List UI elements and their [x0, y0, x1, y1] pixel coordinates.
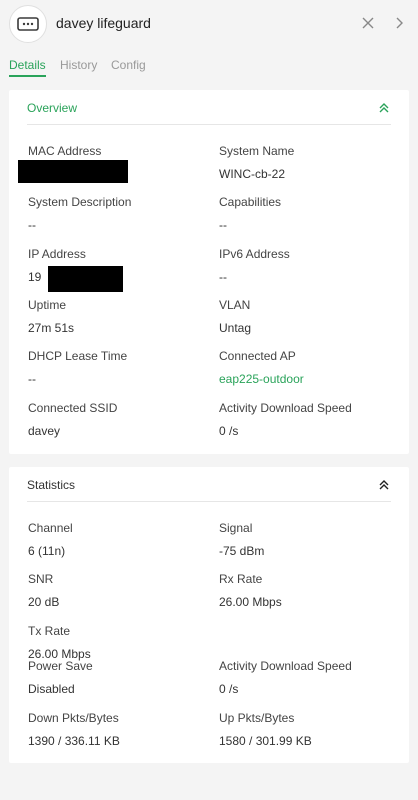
- stats-activity-download-speed-field: Activity Download Speed 0 /s: [219, 659, 399, 696]
- system-description-label: System Description: [28, 195, 132, 209]
- power-save-field: Power Save Disabled: [28, 659, 208, 696]
- rx-rate-label: Rx Rate: [219, 572, 263, 586]
- overview-collapse-button[interactable]: [377, 101, 391, 115]
- redaction-block: [18, 160, 128, 183]
- connected-ap-link[interactable]: eap225-outdoor: [219, 372, 399, 386]
- system-description-field: System Description --: [28, 195, 208, 232]
- capabilities-field: Capabilities --: [219, 195, 399, 232]
- statistics-header[interactable]: Statistics: [27, 467, 391, 502]
- system-description-value: --: [28, 218, 36, 232]
- next-client-button[interactable]: [392, 15, 408, 31]
- ipv6-address-field: IPv6 Address --: [219, 247, 399, 284]
- ipv6-address-label: IPv6 Address: [219, 247, 290, 261]
- activity-download-speed-field: Activity Download Speed 0 /s: [219, 401, 399, 438]
- rx-rate-value: 26.00 Mbps: [219, 595, 282, 609]
- statistics-title: Statistics: [27, 478, 76, 492]
- dhcp-lease-time-value: --: [28, 372, 36, 386]
- client-header: davey lifeguard: [0, 0, 418, 50]
- tab-details[interactable]: Details: [9, 58, 46, 77]
- rx-rate-field: Rx Rate 26.00 Mbps: [219, 572, 399, 609]
- connected-ssid-field: Connected SSID davey: [28, 401, 208, 438]
- vlan-value: Untag: [219, 321, 252, 335]
- tx-rate-label: Tx Rate: [28, 624, 71, 638]
- down-pkts-bytes-label: Down Pkts/Bytes: [28, 711, 119, 725]
- device-avatar: [9, 5, 47, 43]
- snr-field: SNR 20 dB: [28, 572, 208, 609]
- mac-address-label: MAC Address: [28, 144, 102, 158]
- tab-history[interactable]: History: [60, 58, 97, 75]
- system-name-value: WINC-cb-22: [219, 167, 286, 181]
- chevron-right-icon: [396, 17, 403, 29]
- vlan-label: VLAN: [219, 298, 251, 312]
- capabilities-label: Capabilities: [219, 195, 282, 209]
- double-chevron-up-icon: [379, 480, 389, 490]
- uptime-value: 27m 51s: [28, 321, 75, 335]
- power-save-label: Power Save: [28, 659, 93, 673]
- capabilities-value: --: [219, 218, 227, 232]
- tx-rate-field: Tx Rate 26.00 Mbps: [28, 624, 208, 661]
- uptime-label: Uptime: [28, 298, 67, 312]
- up-pkts-bytes-label: Up Pkts/Bytes: [219, 711, 295, 725]
- tab-config[interactable]: Config: [111, 58, 146, 75]
- dhcp-lease-time-label: DHCP Lease Time: [28, 349, 128, 363]
- overview-title: Overview: [27, 101, 78, 115]
- statistics-card: Statistics Channel 6 (11n) Signal -75 dB…: [9, 467, 409, 763]
- system-name-field: System Name WINC-cb-22: [219, 144, 399, 181]
- double-chevron-up-icon: [379, 103, 389, 113]
- connected-ssid-label: Connected SSID: [28, 401, 118, 415]
- channel-field: Channel 6 (11n): [28, 521, 208, 558]
- vlan-field: VLAN Untag: [219, 298, 399, 335]
- redaction-block: [48, 266, 123, 292]
- activity-download-speed-label: Activity Download Speed: [219, 401, 352, 415]
- up-pkts-bytes-value: 1580 / 301.99 KB: [219, 734, 312, 748]
- connected-ap-label: Connected AP: [219, 349, 296, 363]
- signal-value: -75 dBm: [219, 544, 265, 558]
- statistics-collapse-button[interactable]: [377, 478, 391, 492]
- overview-header[interactable]: Overview: [27, 90, 391, 125]
- up-pkts-bytes-field: Up Pkts/Bytes 1580 / 301.99 KB: [219, 711, 399, 748]
- power-save-value: Disabled: [28, 682, 75, 696]
- activity-download-speed-value: 0 /s: [219, 424, 239, 438]
- connected-ap-field: Connected AP eap225-outdoor: [219, 349, 399, 386]
- ethernet-device-icon: [17, 17, 39, 31]
- ipv6-address-value: --: [219, 270, 227, 284]
- stats-activity-download-speed-value: 0 /s: [219, 682, 239, 696]
- close-icon: [362, 17, 374, 29]
- overview-card: Overview MAC Address System Name WINC-cb…: [9, 90, 409, 454]
- down-pkts-bytes-value: 1390 / 336.11 KB: [28, 734, 120, 748]
- channel-label: Channel: [28, 521, 73, 535]
- down-pkts-bytes-field: Down Pkts/Bytes 1390 / 336.11 KB: [28, 711, 208, 748]
- ip-address-label: IP Address: [28, 247, 86, 261]
- dhcp-lease-time-field: DHCP Lease Time --: [28, 349, 208, 386]
- close-button[interactable]: [360, 15, 376, 31]
- channel-value: 6 (11n): [28, 544, 66, 558]
- signal-field: Signal -75 dBm: [219, 521, 399, 558]
- system-name-label: System Name: [219, 144, 295, 158]
- stats-activity-download-speed-label: Activity Download Speed: [219, 659, 352, 673]
- snr-value: 20 dB: [28, 595, 60, 609]
- device-name: davey lifeguard: [56, 15, 151, 31]
- signal-label: Signal: [219, 521, 253, 535]
- connected-ssid-value: davey: [28, 424, 61, 438]
- snr-label: SNR: [28, 572, 54, 586]
- uptime-field: Uptime 27m 51s: [28, 298, 208, 335]
